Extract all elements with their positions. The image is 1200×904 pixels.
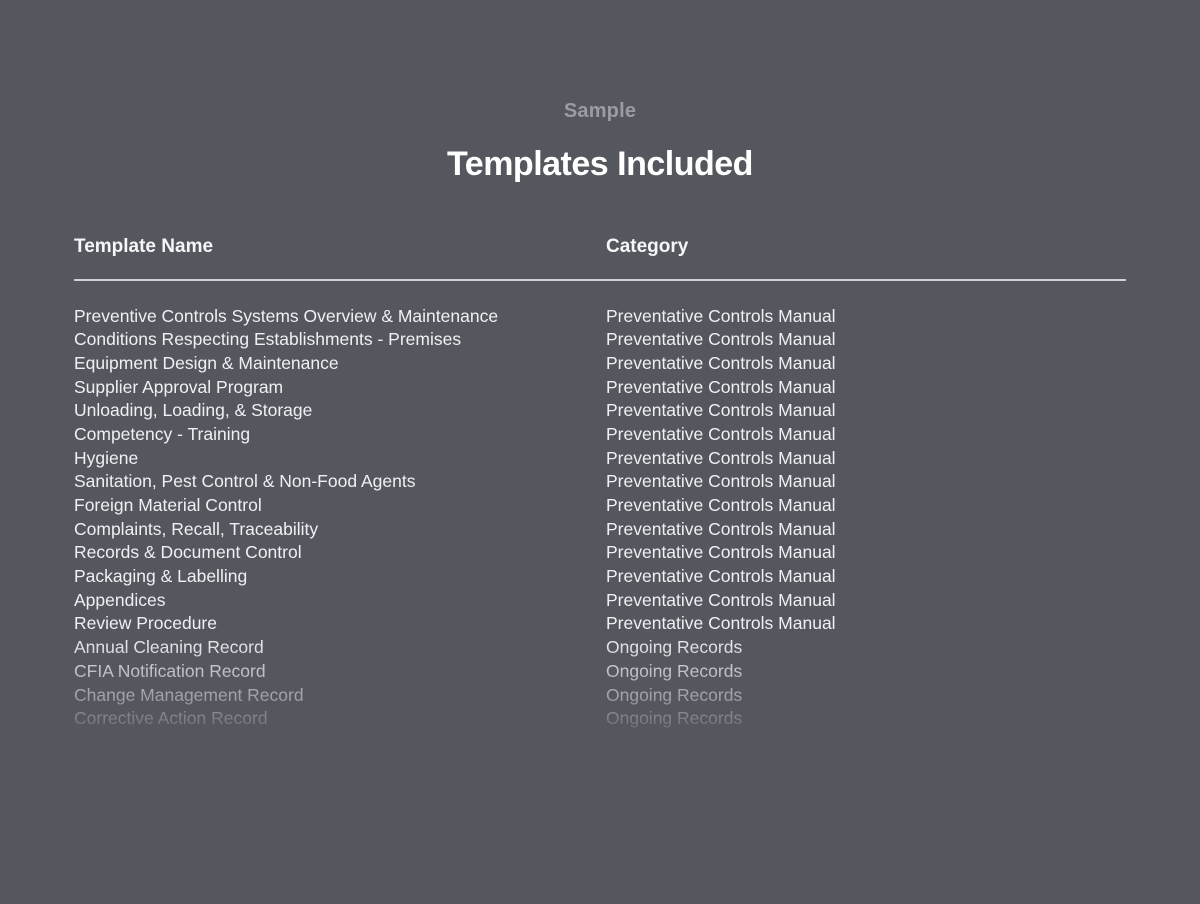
category-cell: Preventative Controls Manual — [606, 376, 836, 397]
category-cell: Ongoing Records — [606, 708, 743, 729]
template-name-cell: Hygiene — [74, 447, 139, 468]
template-name-cell: Annual Cleaning Record — [74, 637, 264, 658]
table-row: Competency - Training Preventative Contr… — [74, 423, 1126, 447]
template-name-cell: Sanitation, Pest Control & Non-Food Agen… — [74, 471, 416, 492]
table-row: Annual Cleaning Record Ongoing Records — [74, 636, 1126, 660]
template-name-cell: Conditions Respecting Establishments - P… — [74, 329, 462, 350]
header-divider — [74, 279, 1126, 281]
template-name-cell: Review Procedure — [74, 613, 217, 634]
page-title: Templates Included — [447, 145, 753, 183]
templates-table: Template Name Category Preventive Contro… — [74, 232, 1126, 745]
table-row: Conditions Respecting Establishments - P… — [74, 328, 1126, 352]
table-row: Change Management Record Ongoing Records — [74, 684, 1126, 708]
category-cell: Preventative Controls Manual — [606, 589, 836, 610]
template-name-cell: Change Management Record — [74, 684, 304, 705]
table-row: CFIA Notification Record Ongoing Records — [74, 660, 1126, 684]
table-row: Packaging & Labelling Preventative Contr… — [74, 565, 1126, 589]
template-name-cell: Supplier Approval Program — [74, 376, 284, 397]
table-row: Unloading, Loading, & Storage Preventati… — [74, 399, 1126, 423]
template-name-cell: Appendices — [74, 589, 166, 610]
column-header-template-name: Template Name — [74, 236, 214, 257]
category-cell: Preventative Controls Manual — [606, 329, 836, 350]
table-row: Corrective Action Record Ongoing Records — [74, 707, 1126, 731]
template-name-cell: Unloading, Loading, & Storage — [74, 400, 313, 421]
category-cell: Preventative Controls Manual — [606, 613, 836, 634]
template-name-cell: Complaints, Recall, Traceability — [74, 518, 319, 539]
table-row: Supplier Approval Program Preventative C… — [74, 376, 1126, 400]
template-name-cell: Foreign Material Control — [74, 495, 262, 515]
category-cell: Preventative Controls Manual — [606, 352, 836, 373]
template-name-cell: CFIA Notification Record — [74, 660, 266, 681]
table-row: Hygiene Preventative Controls Manual — [74, 447, 1126, 471]
eyebrow-label: Sample — [563, 100, 637, 122]
table-row: Sanitation, Pest Control & Non-Food Agen… — [74, 470, 1126, 494]
template-name-cell: Equipment Design & Maintenance — [74, 352, 339, 373]
category-cell: Ongoing Records — [606, 684, 743, 705]
category-cell: Ongoing Records — [606, 637, 743, 658]
category-cell: Preventative Controls Manual — [606, 518, 836, 539]
table-row: Foreign Material Control Preventative Co… — [74, 494, 1126, 518]
table-row: Appendices Preventative Controls Manual — [74, 589, 1126, 613]
category-cell: Preventative Controls Manual — [606, 400, 836, 421]
category-cell: Preventative Controls Manual — [606, 423, 836, 444]
table-row: Preventive Controls Systems Overview & M… — [74, 305, 1126, 329]
template-name-cell: Corrective Action Record — [74, 708, 268, 729]
category-cell: Preventative Controls Manual — [606, 447, 836, 468]
table-body: Preventive Controls Systems Overview & M… — [74, 305, 1126, 745]
category-cell: Ongoing Records — [606, 660, 743, 681]
table-row: Equipment Design & Maintenance Preventat… — [74, 352, 1126, 376]
table-row: Review Procedure Preventative Controls M… — [74, 612, 1126, 636]
category-cell: Preventative Controls Manual — [606, 495, 836, 515]
table-row: Records & Document Control Preventative … — [74, 541, 1126, 565]
category-cell: Preventative Controls Manual — [606, 542, 836, 563]
column-header-category: Category — [606, 236, 689, 257]
template-name-cell: Packaging & Labelling — [74, 566, 248, 587]
table-row: Complaints, Recall, Traceability Prevent… — [74, 518, 1126, 542]
template-name-cell: Competency - Training — [74, 423, 251, 444]
template-name-cell: Records & Document Control — [74, 542, 302, 563]
category-cell: Preventative Controls Manual — [606, 566, 836, 587]
category-cell: Preventative Controls Manual — [606, 305, 836, 326]
page: Sample Templates Included Template Name … — [0, 0, 1200, 904]
template-name-cell: Preventive Controls Systems Overview & M… — [74, 305, 499, 326]
table-header: Template Name Category — [74, 232, 1126, 262]
category-cell: Preventative Controls Manual — [606, 471, 836, 492]
